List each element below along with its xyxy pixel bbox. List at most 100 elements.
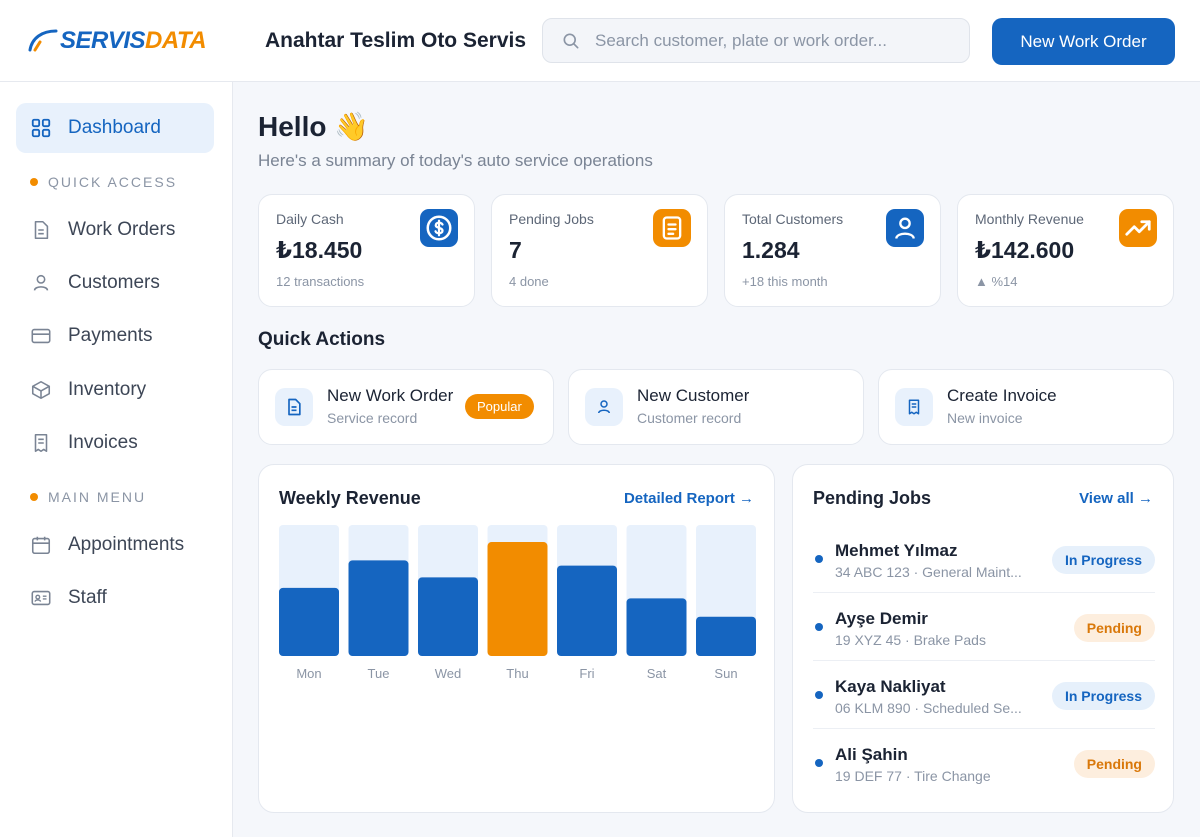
stat-card-daily-cash[interactable]: Daily Cash ₺18.450 12 transactions	[258, 194, 475, 307]
pending-job-item[interactable]: Ayşe Demir 19 XYZ 45 · Brake Pads Pendin…	[813, 592, 1155, 660]
sidebar-item-invoices[interactable]: Invoices	[16, 418, 214, 468]
sidebar-item-staff[interactable]: Staff	[16, 573, 214, 623]
quick-action-new-work-order[interactable]: New Work Order Service record Popular	[258, 369, 554, 445]
status-badge: In Progress	[1051, 682, 1155, 710]
logo-text-data: DATA	[145, 27, 207, 54]
stat-label: Total Customers	[742, 211, 844, 227]
user-icon	[33, 274, 49, 291]
sidebar-item-label: Invoices	[68, 432, 138, 453]
view-all-link[interactable]: View all →	[1079, 490, 1153, 507]
revenue-bar-thu[interactable]	[487, 542, 548, 656]
day-label: Wed	[435, 666, 462, 681]
revenue-bar-wed[interactable]	[418, 577, 478, 656]
revenue-bar-tue[interactable]	[348, 560, 409, 656]
status-dot	[815, 555, 823, 563]
stat-value: 1.284	[742, 237, 800, 263]
quick-actions-title: Quick Actions	[258, 329, 386, 350]
status-badge: In Progress	[1051, 546, 1155, 574]
pending-jobs-title: Pending Jobs	[813, 488, 932, 508]
day-label: Mon	[296, 666, 321, 681]
stat-note: ▲ %14	[975, 274, 1018, 289]
document-icon	[34, 220, 49, 240]
clipboard-icon	[653, 209, 691, 247]
sidebar-item-inventory[interactable]: Inventory	[16, 365, 214, 415]
status-badge: Pending	[1073, 750, 1155, 778]
stat-value: ₺18.450	[276, 237, 363, 263]
quick-action-label: Create Invoice	[947, 386, 1057, 405]
pending-job-item[interactable]: Mehmet Yılmaz 34 ABC 123 · General Maint…	[813, 524, 1155, 592]
weekly-revenue-card: Weekly Revenue Detailed Report → Mon Tue W…	[258, 464, 775, 813]
top-header: SERVISDATA Anahtar Teslim Oto Servis New…	[0, 0, 1200, 82]
weekly-revenue-chart: Mon Tue Wed Thu Fri Sat Sun	[279, 525, 756, 681]
receipt-icon	[34, 433, 48, 453]
quick-action-new-customer[interactable]: New Customer Customer record	[568, 369, 864, 445]
stat-card-monthly-revenue[interactable]: Monthly Revenue ₺142.600 ▲ %14	[957, 194, 1174, 307]
sidebar-item-appointments[interactable]: Appointments	[16, 520, 214, 570]
sidebar-item-label: Payments	[68, 325, 153, 346]
job-customer-name: Ayşe Demir	[835, 609, 928, 628]
job-customer-name: Mehmet Yılmaz	[835, 541, 958, 560]
stat-value: ₺142.600	[975, 237, 1075, 263]
sidebar-item-label: Customers	[68, 272, 160, 293]
sidebar: Dashboard QUICK ACCESS Work Orders Custo…	[0, 82, 233, 837]
sidebar-item-label: Work Orders	[68, 219, 176, 240]
sidebar-item-customers[interactable]: Customers	[16, 258, 214, 308]
job-detail: 19 XYZ 45 · Brake Pads	[835, 632, 986, 648]
detailed-report-link[interactable]: Detailed Report →	[624, 490, 754, 507]
sidebar-item-label: Staff	[68, 587, 107, 608]
status-dot	[815, 623, 823, 631]
day-label: Thu	[506, 666, 528, 681]
sidebar-item-label: Inventory	[68, 379, 147, 400]
section-dot	[30, 178, 38, 186]
id-card-icon	[31, 590, 51, 606]
pending-job-item[interactable]: Kaya Nakliyat 06 KLM 890 · Scheduled Se.…	[813, 660, 1155, 728]
weekly-revenue-title: Weekly Revenue	[279, 488, 421, 508]
stat-value: 7	[509, 237, 522, 263]
sidebar-item-dashboard[interactable]: Dashboard	[16, 103, 214, 153]
page-subtitle: Here's a summary of today's auto service…	[258, 151, 653, 170]
revenue-bar-fri[interactable]	[557, 565, 617, 656]
search-icon	[563, 33, 579, 49]
section-label-text: QUICK ACCESS	[48, 174, 178, 190]
sidebar-item-work-orders[interactable]: Work Orders	[16, 205, 214, 255]
section-dot	[30, 493, 38, 501]
sidebar-item-payments[interactable]: Payments	[16, 311, 214, 361]
new-work-order-button[interactable]: New Work Order	[992, 18, 1175, 65]
stat-label: Daily Cash	[276, 211, 344, 227]
day-label: Sun	[714, 666, 737, 681]
sidebar-item-label: Dashboard	[68, 117, 161, 138]
section-label-text: MAIN MENU	[48, 489, 147, 505]
box-icon	[31, 380, 51, 400]
job-customer-name: Kaya Nakliyat	[835, 677, 946, 696]
quick-action-create-invoice[interactable]: Create Invoice New invoice	[878, 369, 1174, 445]
day-label: Fri	[579, 666, 594, 681]
job-customer-name: Ali Şahin	[835, 745, 908, 764]
search-input[interactable]	[595, 30, 955, 51]
grid-icon	[31, 118, 51, 138]
logo-swoosh-icon	[28, 29, 58, 52]
status-badge: Pending	[1073, 614, 1155, 642]
status-dot	[815, 691, 823, 699]
stat-label: Monthly Revenue	[975, 211, 1084, 227]
stat-card-total-customers[interactable]: Total Customers 1.284 +18 this month	[724, 194, 941, 307]
quick-action-sub: Service record	[327, 410, 418, 426]
logo-text-servis: SERVIS	[60, 27, 146, 54]
stat-note: +18 this month	[742, 274, 828, 289]
day-label: Sat	[647, 666, 667, 681]
revenue-bar-mon[interactable]	[279, 587, 339, 656]
search-box[interactable]	[542, 18, 970, 63]
stat-note: 12 transactions	[276, 274, 365, 289]
sidebar-item-label: Appointments	[68, 534, 185, 555]
revenue-bar-sun[interactable]	[696, 616, 756, 656]
stat-card-pending-jobs[interactable]: Pending Jobs 7 4 done	[491, 194, 708, 307]
servis-data-logo[interactable]: SERVISDATA	[26, 26, 207, 56]
credit-card-icon	[31, 328, 51, 344]
calendar-icon	[31, 536, 51, 555]
document-icon	[275, 388, 313, 426]
section-label-main-menu: MAIN MENU	[30, 489, 146, 505]
pending-job-item[interactable]: Ali Şahin 19 DEF 77 · Tire Change Pendin…	[813, 728, 1155, 796]
stat-label: Pending Jobs	[509, 211, 594, 227]
revenue-bar-sat[interactable]	[626, 598, 687, 656]
day-label: Tue	[368, 666, 390, 681]
quick-action-label: New Work Order	[327, 386, 454, 405]
